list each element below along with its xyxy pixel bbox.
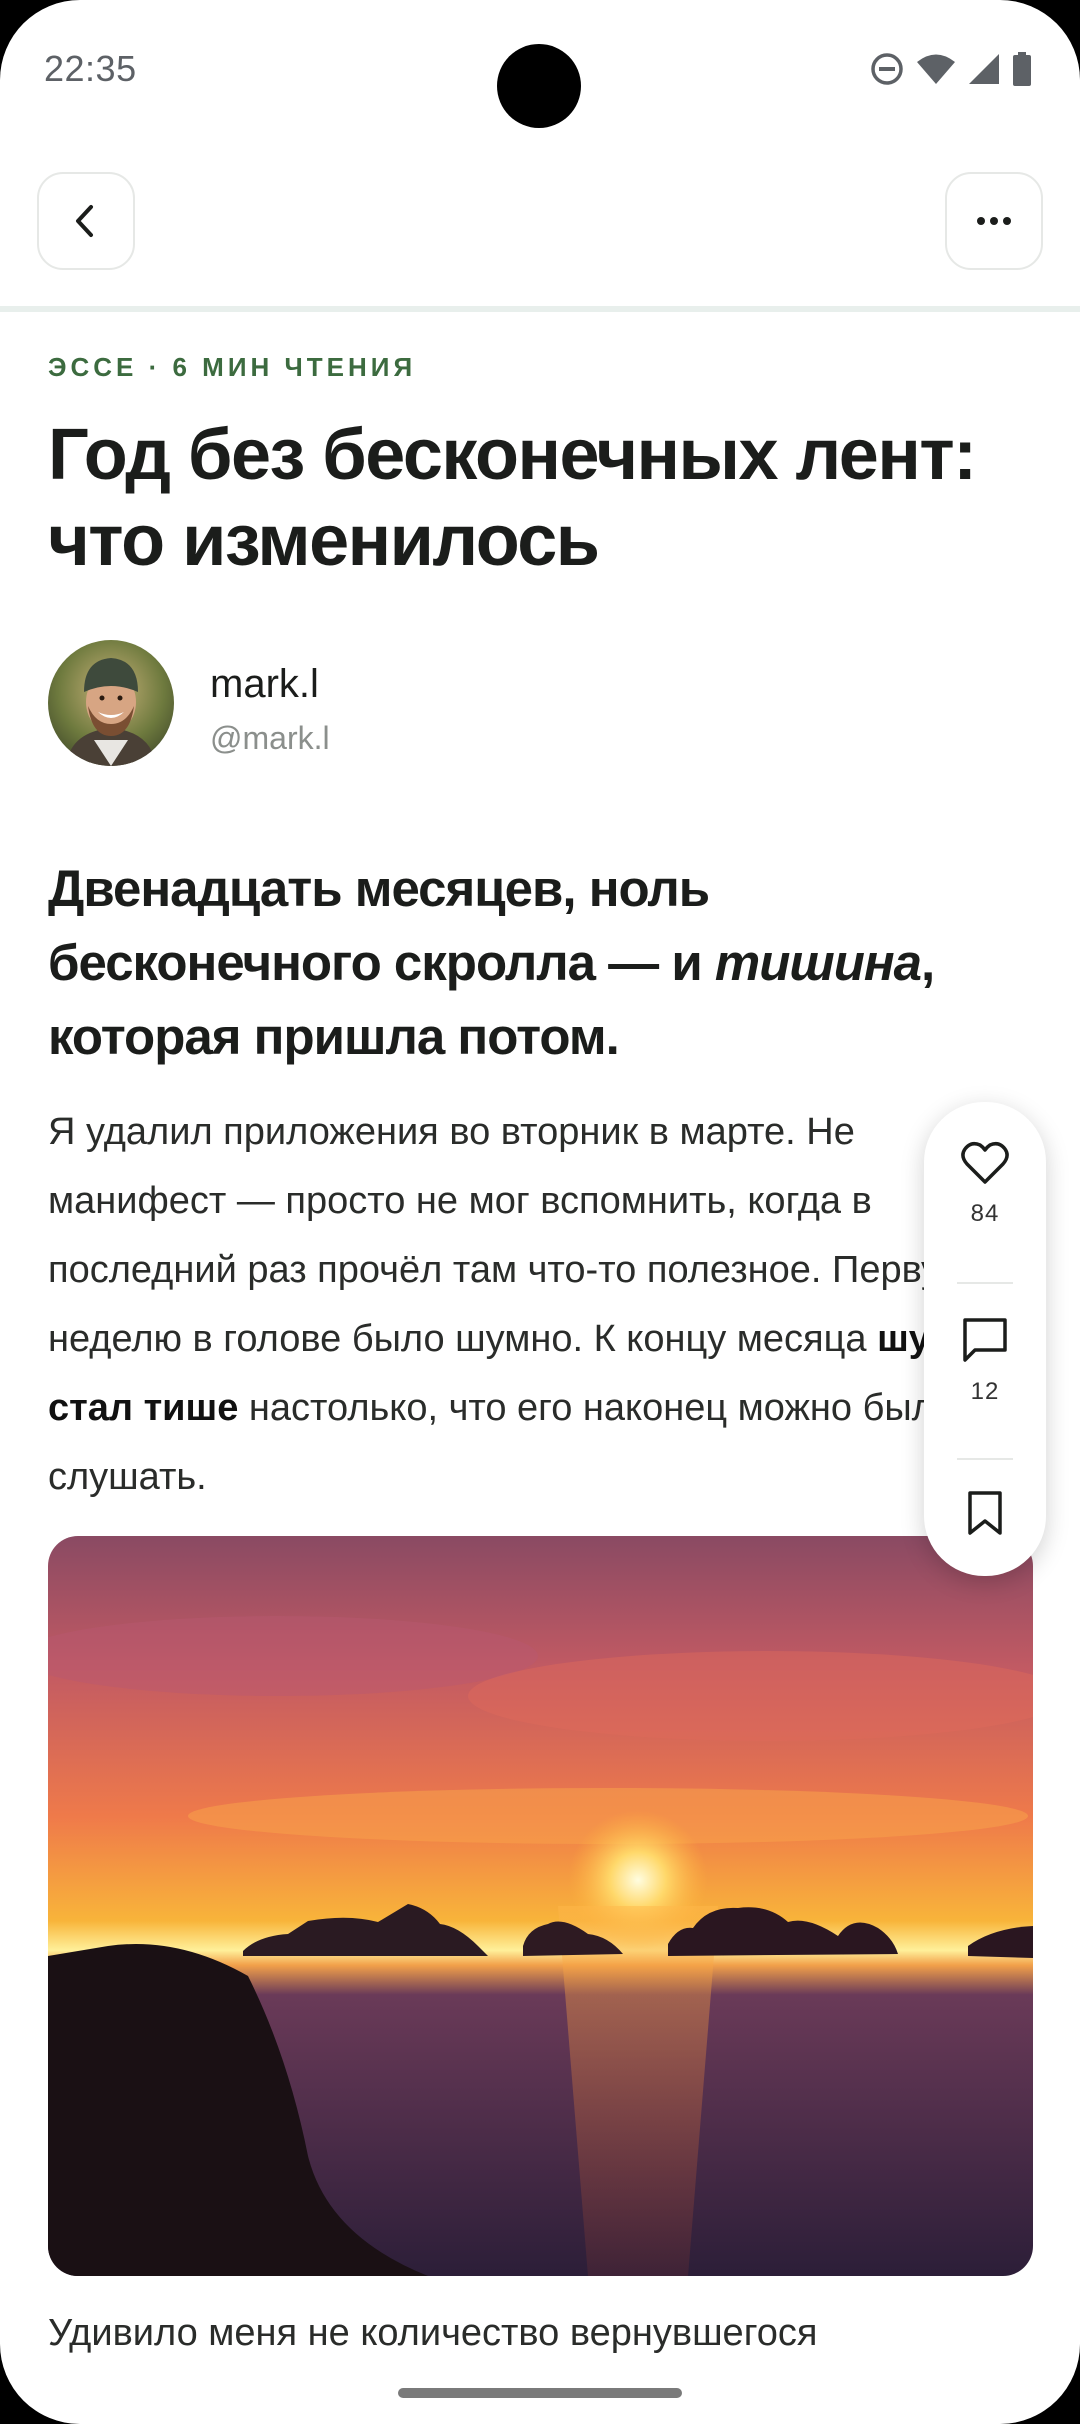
camera-cutout	[497, 44, 581, 128]
hero-image	[48, 1536, 1033, 2276]
battery-icon	[1013, 52, 1031, 86]
like-action[interactable]: 84	[924, 1140, 1046, 1228]
action-rail: 84 12	[924, 1102, 1046, 1576]
status-time: 22:35	[44, 48, 137, 89]
phone-screen: 22:35 ЭССЕ · 6 МИН ЧТЕНИЯ Год без бескон…	[0, 0, 1080, 2424]
bookmark-icon	[968, 1491, 1002, 1535]
wifi-icon	[917, 54, 955, 84]
article-kicker: ЭССЕ · 6 МИН ЧТЕНИЯ	[48, 352, 417, 382]
avatar[interactable]	[48, 640, 174, 766]
article-paragraph: Я удалил приложения во вторник в марте. …	[48, 1098, 1028, 1512]
header-divider	[0, 306, 1080, 312]
author-handle: @mark.l	[210, 720, 330, 756]
lede-emphasis: тишина	[714, 934, 922, 991]
article-title: Год без бесконечных лент: что изменилось	[48, 415, 977, 581]
paragraph-text: Я удалил приложения во вторник в марте. …	[48, 1111, 969, 1360]
system-icons	[870, 52, 1032, 86]
status-bar: 22:35	[0, 0, 1080, 140]
back-button[interactable]	[37, 172, 135, 270]
more-options-button[interactable]	[945, 172, 1043, 270]
top-app-bar	[0, 172, 1080, 276]
author-block[interactable]: mark.l @mark.l	[48, 640, 648, 770]
like-count: 84	[970, 1200, 1000, 1227]
heart-icon	[961, 1141, 1009, 1184]
do-not-disturb-icon	[871, 53, 903, 85]
signal-icon	[969, 54, 999, 84]
lede-text: Двенадцать месяцев, ноль бесконечного ск…	[48, 860, 715, 991]
chevron-left-icon	[76, 205, 93, 237]
comment-icon	[963, 1318, 1007, 1362]
author-name[interactable]: mark.l	[210, 662, 319, 707]
bookmark-action[interactable]	[924, 1490, 1046, 1536]
comment-action[interactable]: 12	[924, 1316, 1046, 1406]
rail-divider	[957, 1282, 1013, 1284]
home-indicator[interactable]	[398, 2388, 682, 2398]
rail-divider	[957, 1458, 1013, 1460]
comment-count: 12	[970, 1378, 1000, 1405]
article-lede: Двенадцать месяцев, ноль бесконечного ск…	[48, 852, 1028, 1074]
next-paragraph: Удивило меня не количество вернувшегося	[48, 2312, 818, 2354]
more-horizontal-icon	[977, 217, 1011, 225]
